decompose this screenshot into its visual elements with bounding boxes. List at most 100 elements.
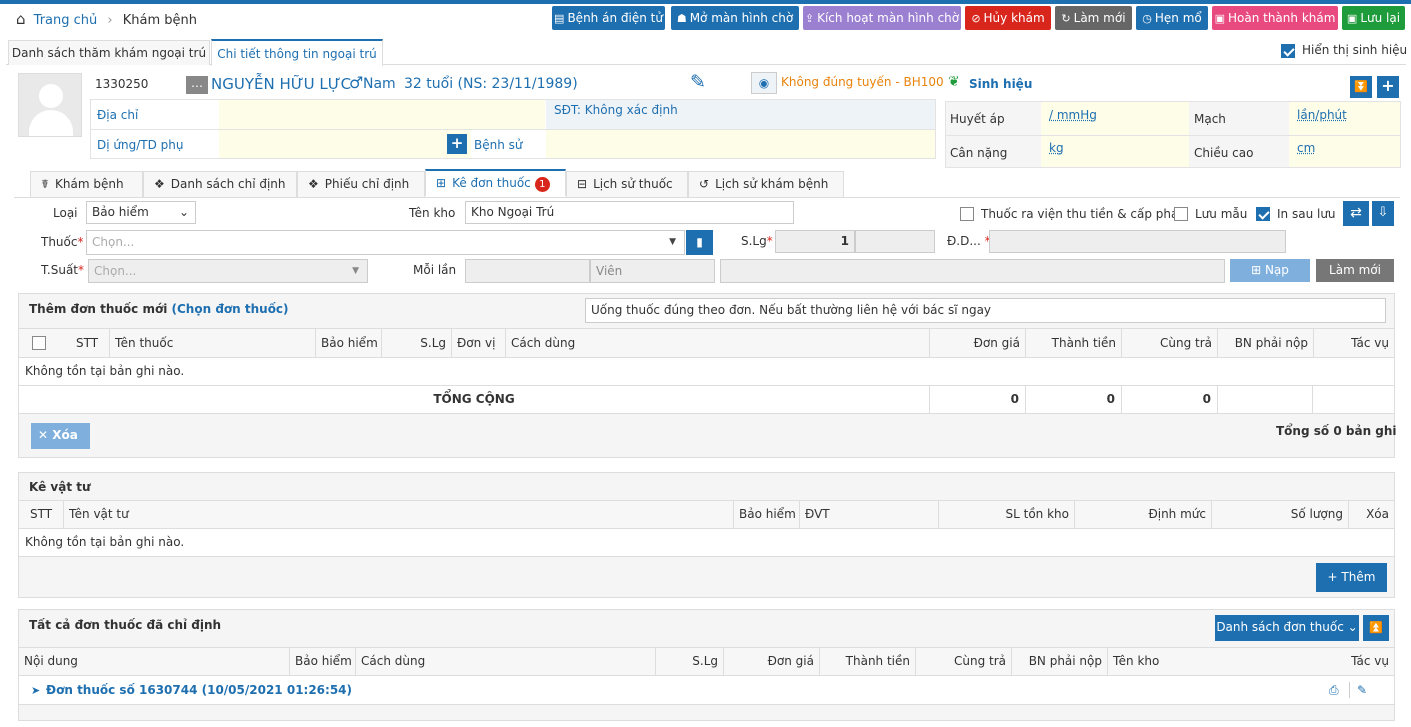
allergy-value[interactable] [219, 130, 471, 158]
tab-outpatient-detail[interactable]: Chi tiết thông tin ngoại trú [211, 39, 383, 66]
cancel-exam-button[interactable]: ⊘ Hủy khám [965, 6, 1051, 30]
usage-field[interactable] [989, 230, 1286, 253]
ban-icon: ⊘ [971, 12, 981, 25]
height-label: Chiều cao [1194, 146, 1254, 160]
weight-label: Cân nặng [950, 146, 1008, 160]
patient-id-field[interactable]: 1330250 [90, 74, 186, 96]
select-all-cell [19, 329, 59, 357]
print-after-save-label: In sau lưu [1277, 207, 1336, 221]
type-select[interactable]: Bảo hiểm ⌄ [86, 201, 196, 224]
each-time-label: Mỗi lần [413, 263, 457, 277]
drug-select[interactable]: Chọn... ▼ [86, 230, 685, 255]
qty-field[interactable]: 1 [775, 230, 855, 253]
add-vitals-button[interactable]: + [1377, 76, 1399, 98]
prescription-row-title[interactable]: Đơn thuốc số 1630744 (10/05/2021 01:26:5… [46, 683, 352, 697]
tab-prescription[interactable]: ⊞ Kê đơn thuốc 1 [425, 169, 566, 196]
refresh-button[interactable]: ↻ Làm mới [1055, 6, 1132, 30]
note-field[interactable] [720, 259, 1225, 283]
open-waiting-screen-button[interactable]: ☗ Mở màn hình chờ [671, 6, 799, 30]
complete-exam-button[interactable]: ▣ Hoàn thành khám [1212, 6, 1338, 30]
drug-label: Thuốc* [41, 235, 84, 249]
prescription-row[interactable]: ➤ Đơn thuốc số 1630744 (10/05/2021 01:26… [19, 676, 1394, 705]
expand-icon[interactable]: ➤ [31, 684, 40, 697]
col-insurance: Bảo hiểm [289, 648, 355, 675]
col-unit-price: Đơn giá [929, 329, 1025, 357]
total-co-pay: 0 [1025, 386, 1121, 413]
choose-prescription-link[interactable]: (Chọn đơn thuốc) [172, 302, 289, 316]
doctor-advice-field[interactable]: Uống thuốc đúng theo đơn. Nếu bất thường… [585, 298, 1386, 323]
vitals-title: Sinh hiệu [969, 77, 1033, 91]
male-icon: ♂ [349, 73, 364, 92]
prescription-list-button[interactable]: Danh sách đơn thuốc ⌄ [1215, 615, 1359, 641]
discharge-drug-checkbox[interactable] [960, 207, 974, 221]
save-icon: ▣ [1214, 12, 1225, 25]
rate-select[interactable]: Chọn... ▼ [88, 259, 368, 283]
leaf-icon: ❦ [948, 74, 960, 90]
col-actions: Tác vụ [1313, 329, 1394, 357]
rate-label: T.Suất* [41, 263, 85, 277]
unit-field[interactable]: Viên [590, 259, 715, 283]
col-norm: Định mức [1074, 501, 1211, 528]
tab-drug-history[interactable]: ⊟ Lịch sử thuốc [566, 171, 688, 197]
subtab-bar-line [14, 197, 1400, 198]
print-after-save-checkbox[interactable] [1256, 207, 1270, 221]
download-button[interactable]: ⇩ [1372, 201, 1394, 226]
tab-outpatient-list[interactable]: Danh sách thăm khám ngoại trú [8, 40, 210, 65]
phone-label: SĐT: Không xác định [554, 103, 678, 117]
add-history-button[interactable]: + [447, 134, 467, 154]
col-uom: ĐVT [799, 501, 938, 528]
address-value[interactable] [219, 100, 545, 129]
edit-icon[interactable]: ✎ [690, 71, 706, 93]
total-amount: 0 [929, 386, 1025, 413]
show-vitals-checkbox[interactable] [1281, 44, 1295, 58]
col-stock: SL tồn kho [938, 501, 1074, 528]
each-time-field[interactable] [465, 259, 590, 283]
schedule-surgery-button[interactable]: ◷ Hẹn mổ [1136, 6, 1208, 30]
tab-examination[interactable]: ☤ Khám bệnh [30, 171, 143, 197]
bookmark-button[interactable]: ▮ [686, 230, 713, 255]
edit-icon[interactable]: ✎ [1357, 676, 1367, 704]
collapse-panel-button[interactable]: ⏫ [1363, 615, 1389, 641]
book-icon: ▤ [554, 12, 565, 25]
patient-name: NGUYỄN HỮU LỰC [211, 75, 352, 93]
people-icon: ☗ [676, 12, 687, 25]
add-supply-button[interactable]: + Thêm [1316, 563, 1387, 592]
patient-gender: Nam [363, 76, 396, 92]
total-row: TỔNG CỘNG 0 0 0 [19, 386, 1394, 414]
save-template-checkbox[interactable] [1174, 207, 1188, 221]
tab-exam-history[interactable]: ↺ Lịch sử khám bệnh [688, 171, 844, 197]
qty-unit-field[interactable] [855, 230, 935, 253]
tab-order-form[interactable]: ❖ Phiếu chỉ định [297, 171, 425, 197]
tab-order-list[interactable]: ❖ Danh sách chỉ định [143, 171, 297, 197]
collapse-vitals-button[interactable]: ⏬ [1350, 76, 1372, 98]
history-value[interactable] [546, 130, 935, 158]
activate-waiting-screen-button[interactable]: ⇪ Kích hoạt màn hình chờ [803, 6, 961, 30]
col-qty: S.Lg [381, 329, 451, 357]
save-button[interactable]: ▣ Lưu lại [1342, 6, 1405, 30]
cubes-icon: ❖ [154, 177, 165, 191]
history-icon: ↺ [699, 177, 710, 191]
load-button[interactable]: ⊞ Nạp [1230, 259, 1310, 282]
chevron-down-icon: ⌄ [1343, 620, 1358, 634]
breadcrumb-home[interactable]: Trang chủ [34, 13, 98, 28]
more-options-button[interactable]: … [186, 76, 208, 94]
electronic-record-button[interactable]: ▤ Bệnh án điện tử [552, 6, 665, 30]
delete-button[interactable]: ✕ Xóa [31, 423, 90, 449]
store-field[interactable]: Kho Ngoại Trú [465, 201, 794, 224]
chevron-down-icon: ⌄ [178, 205, 189, 219]
patient-age: 32 tuổi (NS: 23/11/1989) [404, 76, 578, 92]
home-icon[interactable]: ⌂ [16, 10, 26, 28]
col-patient-pay: BN phải nộp [1011, 648, 1107, 675]
save-icon: ▣ [1346, 12, 1358, 25]
bp-unit: / mmHg [1049, 108, 1097, 122]
reset-form-button[interactable]: Làm mới [1316, 259, 1394, 282]
record-count: Tổng số 0 bản ghi [1276, 424, 1397, 438]
supplies-title: Kê vật tư [29, 480, 91, 494]
type-label: Loại [53, 206, 78, 220]
clock-icon: ◷ [1142, 12, 1152, 25]
sync-button[interactable]: ⇄ [1343, 201, 1369, 226]
pulse-unit: lần/phút [1297, 108, 1347, 122]
select-all-checkbox[interactable] [32, 336, 46, 350]
print-icon[interactable]: ⎙ [1329, 676, 1339, 704]
col-store-name: Tên kho [1107, 648, 1314, 675]
